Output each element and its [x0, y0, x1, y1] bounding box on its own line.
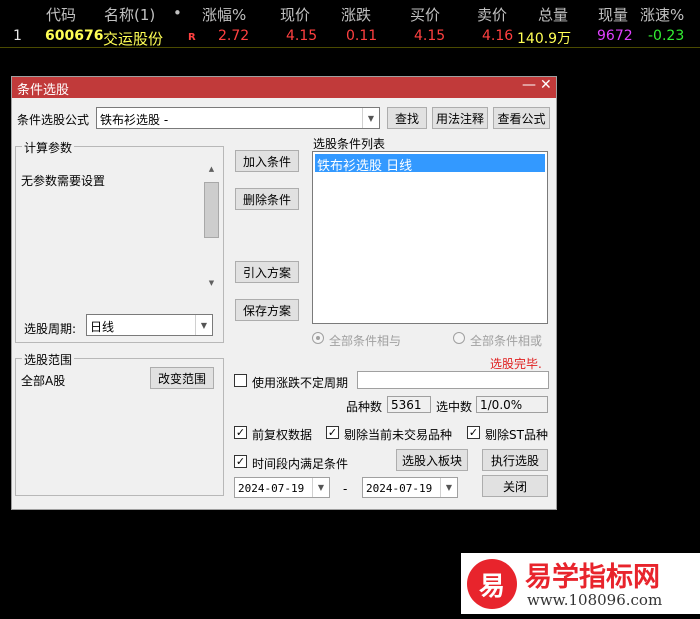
row-current-volume: 9672: [597, 28, 633, 44]
add-condition-button[interactable]: 加入条件: [235, 150, 299, 172]
params-text: 无参数需要设置: [21, 174, 106, 188]
row-volume: 140.9万: [517, 31, 572, 47]
date-to-value: 2024-07-19: [366, 482, 433, 495]
row-change-pct: 2.72: [218, 28, 250, 44]
remove-untraded-checkbox[interactable]: ✓: [326, 426, 339, 439]
uncertain-period-input[interactable]: [357, 371, 549, 389]
dialog-title: 条件选股: [17, 83, 70, 98]
change-scope-button[interactable]: 改变范围: [150, 367, 214, 389]
period-value: 日线: [90, 320, 115, 334]
scroll-down-icon[interactable]: ▼: [203, 279, 220, 293]
list-item[interactable]: 铁布衫选股 日线: [315, 154, 545, 174]
date-from-picker[interactable]: 2024-07-19 ▼: [234, 477, 330, 498]
radio-and[interactable]: [312, 332, 324, 344]
logo-title: 易学指标网: [525, 562, 660, 593]
pre-adjust-checkbox[interactable]: ✓: [234, 426, 247, 439]
chevron-down-icon[interactable]: ▼: [312, 478, 329, 497]
row-name: 交运股份: [103, 30, 164, 48]
minimize-icon[interactable]: —: [522, 77, 536, 93]
find-button[interactable]: 查找: [387, 107, 427, 129]
condition-list[interactable]: 铁布衫选股 日线: [312, 151, 548, 324]
header-volume[interactable]: 总量: [538, 4, 568, 25]
params-group: 计算参数 无参数需要设置 ▲ ▼ 选股周期: 日线 ▼: [15, 139, 224, 343]
row-flag: R: [188, 32, 196, 43]
uncertain-period-checkbox[interactable]: [234, 374, 247, 387]
condition-list-label: 选股条件列表: [313, 137, 386, 151]
uncertain-period-label: 使用涨跌不定周期: [252, 376, 349, 390]
scroll-thumb[interactable]: [204, 182, 219, 238]
import-plan-button[interactable]: 引入方案: [235, 261, 299, 283]
row-code: 600676: [45, 28, 104, 44]
logo-url: www.108096.com: [527, 591, 663, 609]
header-ask[interactable]: 卖价: [477, 4, 507, 25]
execute-button[interactable]: 执行选股: [482, 449, 548, 471]
count-label: 品种数: [346, 400, 383, 414]
chevron-down-icon[interactable]: ▼: [195, 315, 212, 335]
params-scrollbar[interactable]: ▲ ▼: [203, 165, 220, 293]
formula-label: 条件选股公式: [17, 113, 90, 127]
status-text: 选股完毕.: [490, 357, 542, 371]
header-price[interactable]: 现价: [280, 4, 310, 25]
usage-notes-button[interactable]: 用法注释: [432, 107, 488, 129]
header-speed[interactable]: 涨速%: [640, 4, 684, 25]
radio-and-label: 全部条件相与: [329, 334, 402, 348]
time-range-checkbox[interactable]: ✓: [234, 455, 247, 468]
logo-icon: 易: [467, 559, 517, 609]
remove-st-label: 剔除ST品种: [485, 428, 548, 442]
close-icon[interactable]: ✕: [540, 77, 552, 93]
header-change-pct[interactable]: 涨幅%: [202, 4, 246, 25]
selected-label: 选中数: [436, 400, 473, 414]
view-formula-button[interactable]: 查看公式: [493, 107, 550, 129]
to-block-button[interactable]: 选股入板块: [396, 449, 468, 471]
radio-or[interactable]: [453, 332, 465, 344]
delete-condition-button[interactable]: 删除条件: [235, 188, 299, 210]
scope-group: 选股范围 全部A股 改变范围: [15, 351, 224, 496]
save-plan-button[interactable]: 保存方案: [235, 299, 299, 321]
header-name[interactable]: 名称(1): [104, 4, 155, 25]
header-code[interactable]: 代码: [46, 4, 76, 25]
row-bid: 4.15: [414, 28, 446, 44]
header-bid[interactable]: 买价: [410, 4, 440, 25]
pre-adjust-label: 前复权数据: [252, 428, 313, 442]
site-logo: 易 易学指标网 www.108096.com: [461, 553, 700, 614]
row-speed: -0.23: [648, 28, 685, 44]
row-change: 0.11: [346, 28, 378, 44]
header-change[interactable]: 涨跌: [341, 4, 371, 25]
row-price: 4.15: [286, 28, 318, 44]
quote-header: 代码 名称(1) • 涨幅% 现价 涨跌 买价 卖价 总量 现量 涨速%: [0, 0, 700, 26]
params-group-title: 计算参数: [22, 139, 75, 156]
count-value: 5361: [387, 396, 431, 413]
chevron-down-icon[interactable]: ▼: [362, 108, 379, 128]
header-current-volume[interactable]: 现量: [598, 4, 628, 25]
period-select[interactable]: 日线 ▼: [86, 314, 213, 336]
dialog-titlebar[interactable]: 条件选股 — ✕: [12, 77, 556, 98]
scope-group-title: 选股范围: [22, 351, 75, 368]
formula-select[interactable]: 铁布衫选股 - ▼: [96, 107, 380, 129]
date-from-value: 2024-07-19: [238, 482, 305, 495]
row-ask: 4.16: [482, 28, 514, 44]
scope-value: 全部A股: [21, 374, 66, 388]
radio-or-label: 全部条件相或: [470, 334, 543, 348]
stock-screener-dialog: 条件选股 — ✕ 条件选股公式 铁布衫选股 - ▼ 查找 用法注释 查看公式 计…: [11, 76, 557, 510]
time-range-label: 时间段内满足条件: [252, 457, 349, 471]
date-separator: -: [343, 482, 348, 496]
remove-st-checkbox[interactable]: ✓: [467, 426, 480, 439]
chevron-down-icon[interactable]: ▼: [440, 478, 457, 497]
period-label: 选股周期:: [24, 322, 77, 336]
formula-value: 铁布衫选股 -: [100, 113, 169, 127]
remove-untraded-label: 剔除当前未交易品种: [344, 428, 453, 442]
date-to-picker[interactable]: 2024-07-19 ▼: [362, 477, 458, 498]
scroll-up-icon[interactable]: ▲: [203, 165, 220, 179]
selected-value: 1/0.0%: [476, 396, 548, 413]
header-dot: •: [173, 4, 182, 22]
close-button[interactable]: 关闭: [482, 475, 548, 497]
table-row[interactable]: 1 600676 交运股份 R 2.72 4.15 0.11 4.15 4.16…: [0, 26, 700, 48]
row-index: 1: [13, 28, 22, 44]
